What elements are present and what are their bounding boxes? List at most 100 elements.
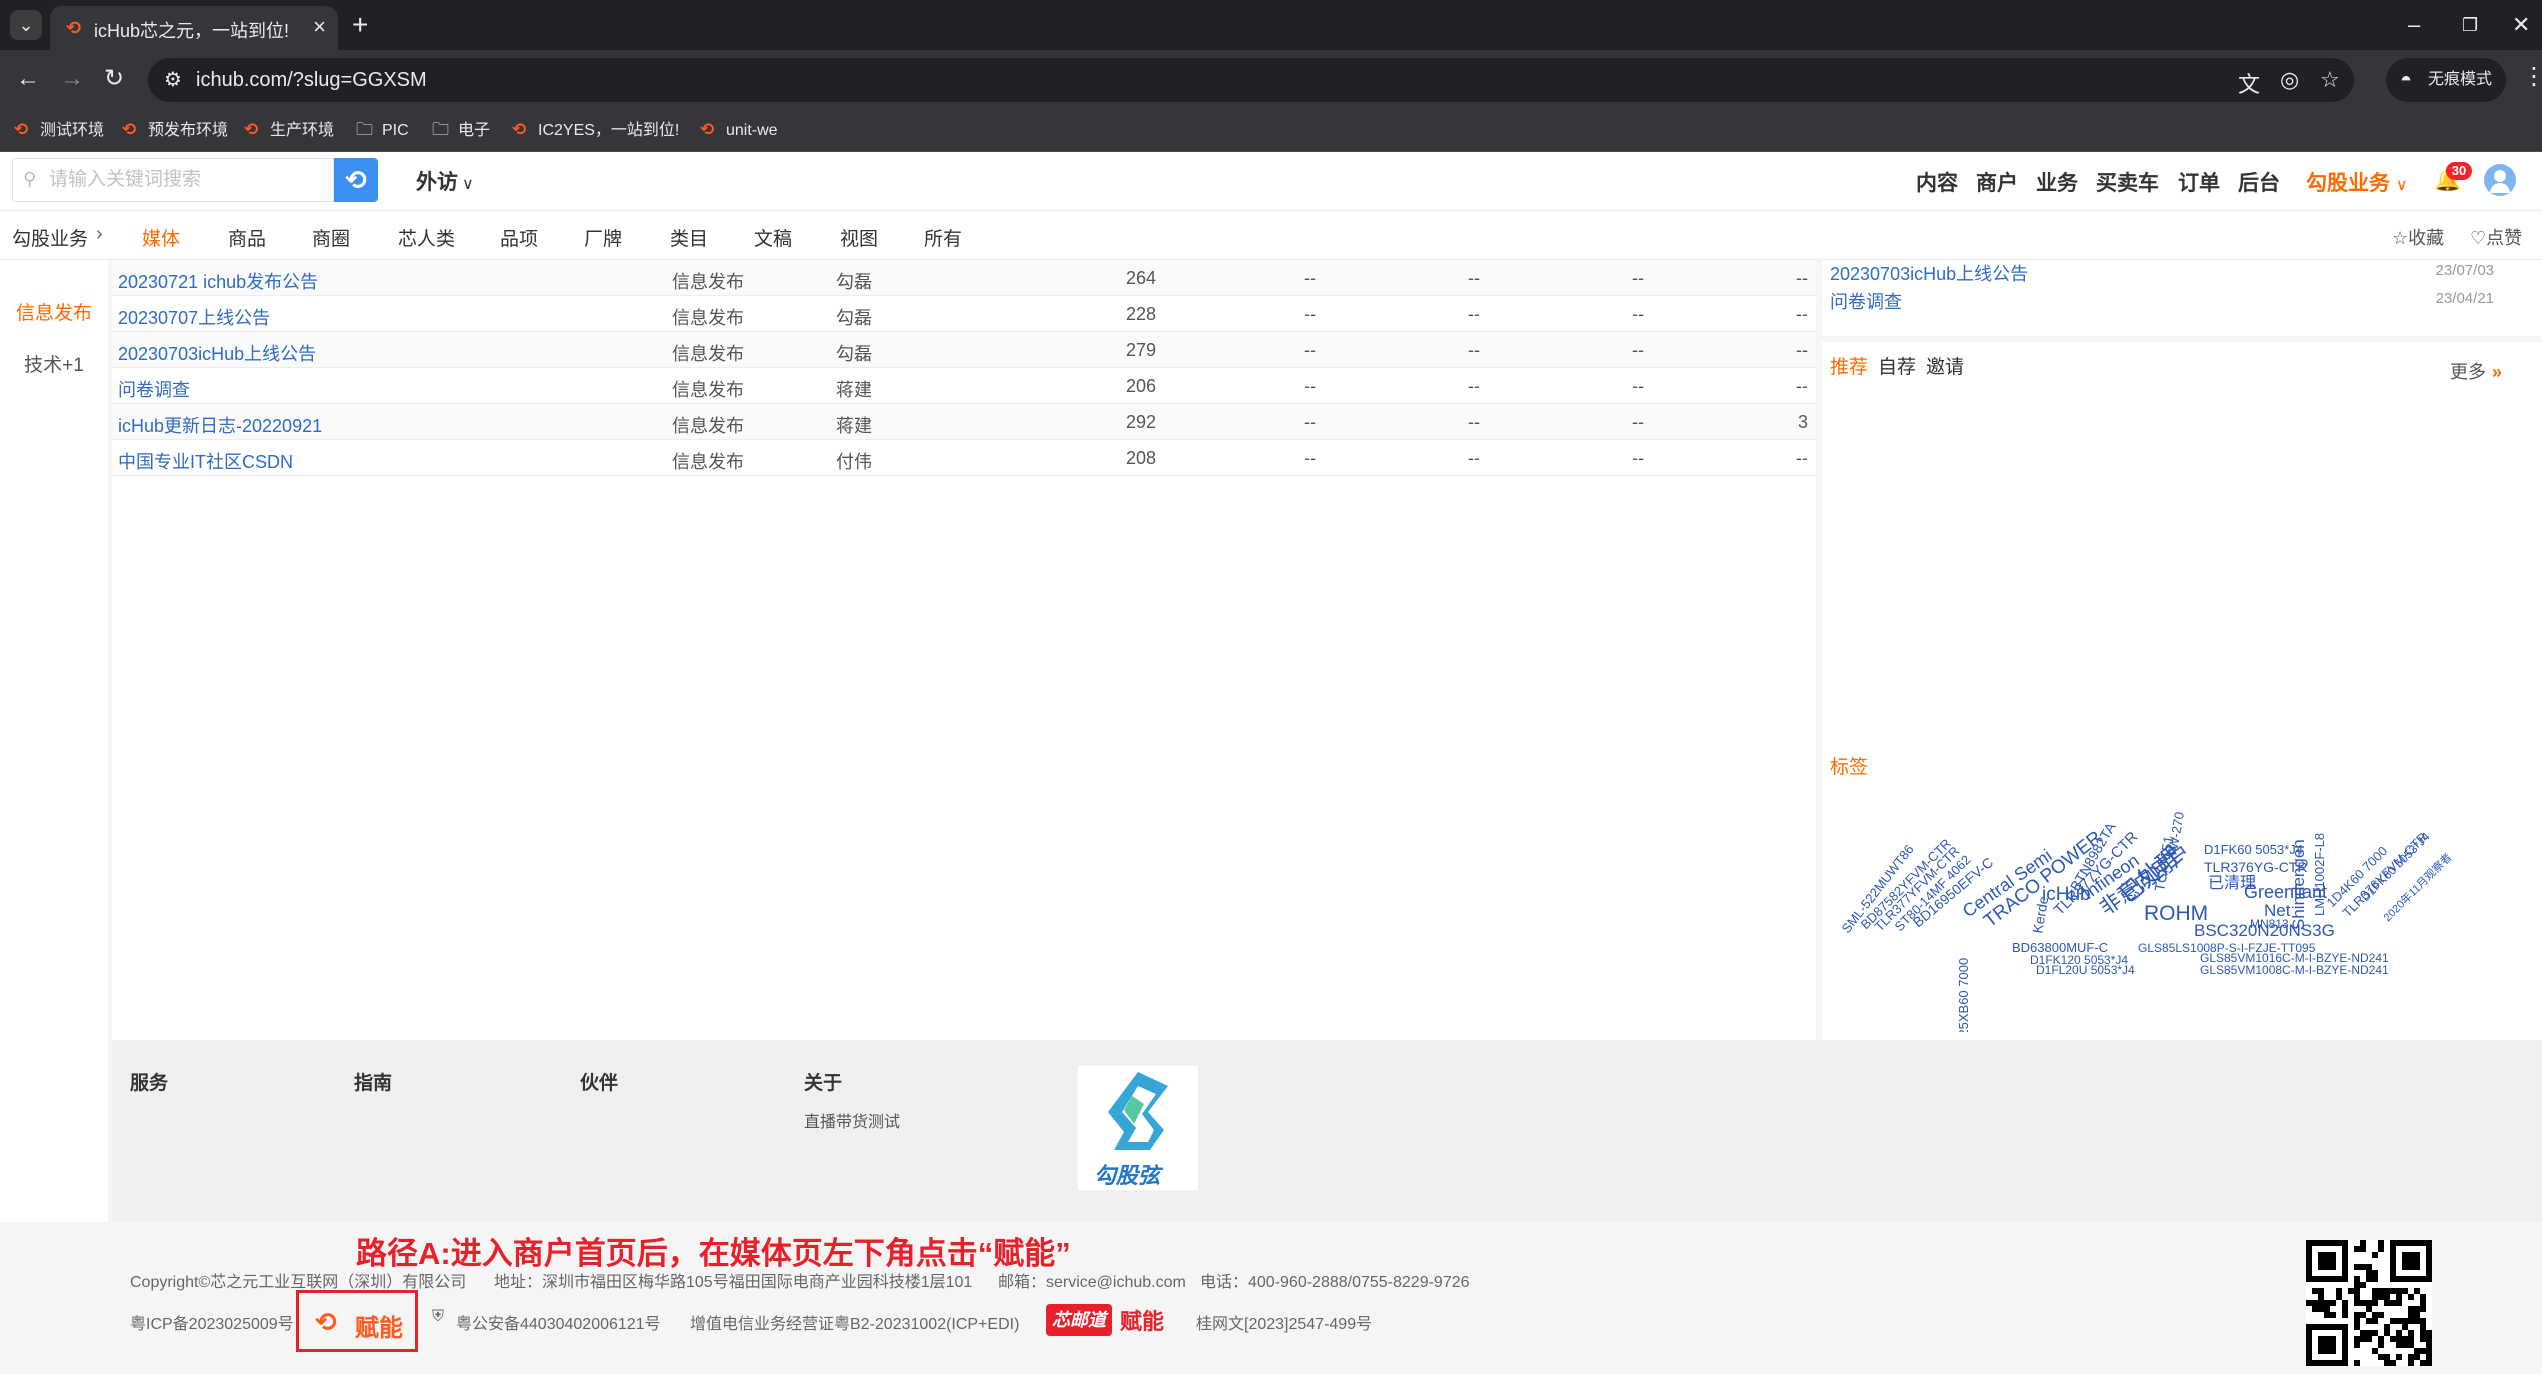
- wenwang-link[interactable]: 桂网文[2023]2547-499号: [1196, 1310, 1372, 1334]
- nav-trade-car[interactable]: 买卖车: [2096, 167, 2159, 197]
- tag-cloud-word[interactable]: D25XB60 7000: [1956, 958, 1971, 1032]
- tab-documents[interactable]: 文稿: [754, 224, 792, 251]
- forward-arrow-icon[interactable]: →: [60, 62, 84, 96]
- qr-module: [2366, 1330, 2372, 1336]
- omnibox[interactable]: ⚙ ichub.com/?slug=GGXSM 文 ◎ ☆: [148, 58, 2354, 102]
- nav-business[interactable]: 业务: [2036, 167, 2078, 197]
- tab-chip-people[interactable]: 芯人类: [398, 224, 455, 251]
- bookmark-unit-we[interactable]: ⟲ unit-we: [700, 118, 778, 142]
- news-item[interactable]: 20230703icHub上线公告: [1830, 260, 2028, 286]
- browser-menu-icon[interactable]: ⋮: [2522, 62, 2542, 91]
- tab-goods[interactable]: 商品: [228, 224, 266, 251]
- fujin-button[interactable]: ⟲ 赋能: [296, 1290, 418, 1352]
- more-link[interactable]: 更多»: [2450, 358, 2502, 384]
- visit-dropdown[interactable]: 外访 ∨: [416, 166, 474, 196]
- tab-circle[interactable]: 商圈: [312, 224, 350, 251]
- icp-link[interactable]: 粤ICP备2023025009号: [130, 1310, 294, 1334]
- minimize-window-button[interactable]: –: [2408, 8, 2420, 42]
- qr-module: [2402, 1252, 2420, 1270]
- url-text[interactable]: ichub.com/?slug=GGXSM: [196, 69, 427, 92]
- nav-orders[interactable]: 订单: [2178, 167, 2220, 197]
- avatar[interactable]: [2484, 164, 2516, 196]
- tag-cloud-word[interactable]: Shindengen: [2289, 839, 2308, 930]
- table-row[interactable]: 问卷调查 信息发布 蒋建 206 -- -- -- --: [112, 368, 1816, 404]
- qr-module: [2408, 1336, 2414, 1342]
- police-record-link[interactable]: 粤公安备44030402006121号: [456, 1310, 661, 1334]
- qr-module: [2330, 1312, 2336, 1318]
- tag-cloud-word[interactable]: D1FL20U 5053*J4: [2036, 963, 2135, 977]
- tab-items[interactable]: 品项: [500, 224, 538, 251]
- row-title[interactable]: 20230721 ichub发布公告: [118, 268, 318, 294]
- new-tab-button[interactable]: +: [352, 8, 368, 42]
- incognito-indicator[interactable]: ◓ 无痕模式: [2386, 58, 2506, 102]
- ichub-favicon-icon: ⟲: [66, 18, 82, 38]
- search-button[interactable]: ⟲: [334, 158, 378, 202]
- reload-icon[interactable]: ↻: [104, 62, 124, 96]
- qr-module: [2390, 1318, 2396, 1324]
- bookmark-production-env[interactable]: ⟲ 生产环境: [244, 118, 334, 142]
- bookmark-pre-release-env[interactable]: ⟲ 预发布环境: [122, 118, 228, 142]
- tab-self-recommend[interactable]: 自荐: [1878, 352, 1916, 379]
- tag-cloud-word[interactable]: GLS85VM1008C-M-I-BZYE-ND241: [2200, 963, 2389, 977]
- tab-all[interactable]: 所有: [924, 224, 962, 251]
- back-arrow-icon[interactable]: ←: [16, 62, 40, 96]
- tab-views[interactable]: 视图: [840, 224, 878, 251]
- row-title[interactable]: 20230703icHub上线公告: [118, 340, 316, 366]
- browser-tab-active[interactable]: ⟲ icHub芯之元，一站到位! ×: [50, 6, 338, 50]
- favorite-button[interactable]: ☆收藏: [2392, 224, 2444, 250]
- tab-media[interactable]: 媒体: [142, 224, 180, 251]
- qr-module: [2384, 1354, 2390, 1360]
- qr-module: [2426, 1354, 2432, 1360]
- table-row[interactable]: 20230721 ichub发布公告 信息发布 勾磊 264 -- -- -- --: [112, 260, 1816, 296]
- bookmark-ic2yes[interactable]: ⟲ IC2YES，一站到位!: [512, 118, 679, 142]
- breadcrumb[interactable]: 勾股业务: [12, 224, 88, 251]
- restore-window-button[interactable]: ❐: [2462, 8, 2478, 42]
- bookmark-star-icon[interactable]: ☆: [2320, 67, 2340, 93]
- qr-module: [2360, 1300, 2366, 1306]
- fujin-label-secondary[interactable]: 赋能: [1120, 1304, 1164, 1336]
- nav-content[interactable]: 内容: [1916, 167, 1958, 197]
- qr-module: [2384, 1288, 2390, 1294]
- table-row[interactable]: 中国专业IT社区CSDN 信息发布 付伟 208 -- -- -- --: [112, 440, 1816, 476]
- tag-cloud-word[interactable]: LMH1002F-L8: [2312, 833, 2327, 916]
- bookmark-folder-pic[interactable]: 🗀 PIC: [356, 118, 409, 142]
- site-info-icon[interactable]: ⚙: [164, 67, 182, 92]
- bookmark-test-env[interactable]: ⟲ 测试环境: [14, 118, 104, 142]
- translate-icon[interactable]: 文: [2238, 67, 2260, 99]
- row-category: 信息发布: [672, 344, 744, 364]
- search-input[interactable]: [49, 165, 319, 195]
- table-row[interactable]: 20230707上线公告 信息发布 勾磊 228 -- -- -- --: [112, 296, 1816, 332]
- row-title[interactable]: 20230707上线公告: [118, 304, 270, 330]
- tab-recommend[interactable]: 推荐: [1830, 352, 1868, 379]
- tab-brands[interactable]: 厂牌: [584, 224, 622, 251]
- qr-module: [2372, 1288, 2378, 1294]
- row-title[interactable]: 中国专业IT社区CSDN: [118, 448, 293, 474]
- close-tab-icon[interactable]: ×: [313, 15, 326, 39]
- row-author: 勾磊: [836, 308, 872, 328]
- news-item[interactable]: 问卷调查: [1830, 288, 1902, 314]
- close-window-button[interactable]: ✕: [2512, 8, 2530, 42]
- tag-cloud-word[interactable]: BSC320N20NS3G: [2194, 921, 2335, 940]
- eye-off-icon[interactable]: ◎: [2280, 67, 2299, 93]
- row-category: 信息发布: [672, 308, 744, 328]
- nav-gougu-business[interactable]: 勾股业务 ∨: [2306, 167, 2408, 197]
- like-button[interactable]: ♡点赞: [2470, 224, 2522, 250]
- row-title[interactable]: 问卷调查: [118, 376, 190, 402]
- table-row[interactable]: icHub更新日志-20220921 信息发布 蒋建 292 -- -- -- 3: [112, 404, 1816, 440]
- xinyoudao-badge[interactable]: 芯邮道: [1046, 1304, 1112, 1336]
- row-title[interactable]: icHub更新日志-20220921: [118, 412, 322, 438]
- qr-module: [2318, 1294, 2324, 1300]
- sidebar-item-info-release[interactable]: 信息发布: [0, 298, 108, 325]
- tab-categories[interactable]: 类目: [670, 224, 708, 251]
- nav-admin[interactable]: 后台: [2238, 167, 2280, 197]
- tab-search-menu-button[interactable]: ⌄: [10, 10, 42, 40]
- table-row[interactable]: 20230703icHub上线公告 信息发布 勾磊 279 -- -- -- --: [112, 332, 1816, 368]
- tab-invite[interactable]: 邀请: [1926, 352, 1964, 379]
- bookmark-folder-electronics[interactable]: 🗀 电子: [432, 118, 490, 142]
- license-link[interactable]: 增值电信业务经营证粤B2-20231002(ICP+EDI): [690, 1310, 1019, 1334]
- qr-module: [2354, 1324, 2360, 1330]
- tab-title: icHub芯之元，一站到位!: [94, 21, 290, 41]
- footer-link-live[interactable]: 直播带货测试: [804, 1108, 900, 1132]
- sidebar-item-tech[interactable]: 技术+1: [0, 350, 108, 377]
- nav-merchant[interactable]: 商户: [1976, 167, 2018, 197]
